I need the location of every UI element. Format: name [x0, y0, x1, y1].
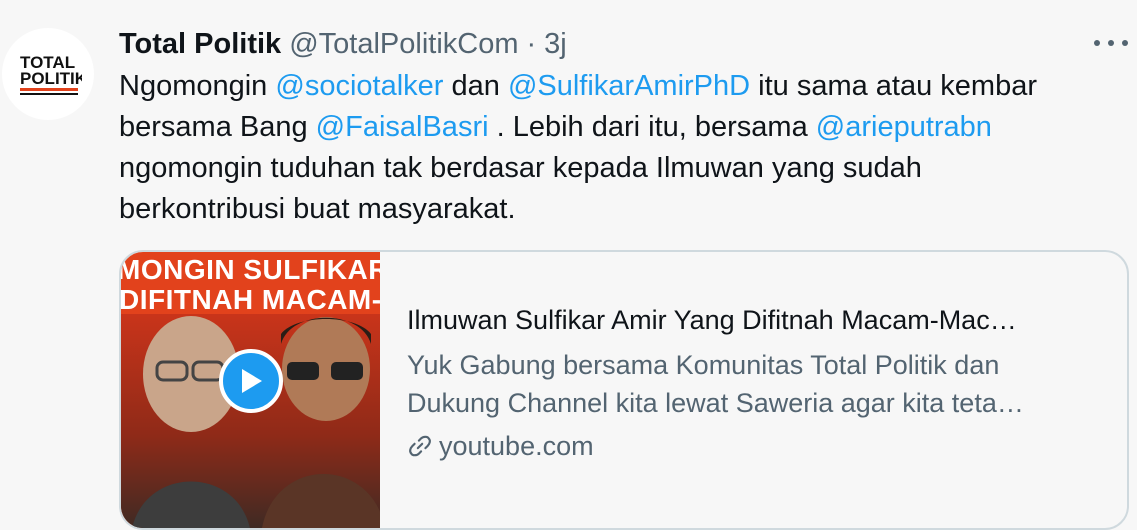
card-description: Yuk Gabung bersama Komunitas Total Polit… [407, 350, 1024, 418]
tweet-text: Ngomongin @sociotalker dan @SulfikarAmir… [119, 66, 1119, 230]
mention-sulfikaramirphd[interactable]: @SulfikarAmirPhD [508, 70, 750, 102]
thumbnail-headline-1: MONGIN SULFIKAR A [121, 254, 380, 285]
link-icon [409, 435, 431, 457]
display-name[interactable]: Total Politik [119, 28, 281, 61]
tweet-line-2: bersama Bang @FaisalBasri . Lebih dari i… [119, 111, 992, 143]
video-thumbnail[interactable]: MONGIN SULFIKAR A DIFITNAH MACAM-MA [121, 252, 380, 528]
tweet-line-4: berkontribusi buat masyarakat. [119, 193, 516, 225]
card-body: Ilmuwan Sulfikar Amir Yang Difitnah Maca… [407, 302, 1107, 464]
play-icon[interactable] [219, 349, 283, 413]
card-domain: youtube.com [407, 428, 1107, 464]
card-domain-text: youtube.com [439, 431, 594, 461]
thumbnail-people [132, 316, 380, 528]
card-title: Ilmuwan Sulfikar Amir Yang Difitnah Maca… [407, 305, 1017, 335]
mention-arieputrabn[interactable]: @arieputrabn [816, 111, 992, 143]
more-icon[interactable] [1094, 36, 1128, 50]
avatar[interactable]: TOTAL POLITIK [2, 28, 94, 120]
user-handle[interactable]: @TotalPolitikCom [289, 28, 518, 61]
tweet-line-1: Ngomongin @sociotalker dan @SulfikarAmir… [119, 70, 1038, 102]
thumbnail-headline-2: DIFITNAH MACAM-MA [121, 284, 380, 315]
thumbnail-photo [121, 314, 380, 528]
header-separator: · [526, 27, 537, 60]
mention-sociotalker[interactable]: @sociotalker [275, 70, 443, 102]
timestamp[interactable]: 3j [544, 28, 567, 61]
total-politik-logo: TOTAL POLITIK [20, 53, 82, 95]
link-preview-card[interactable]: MONGIN SULFIKAR A DIFITNAH MACAM-MA Ilmu… [119, 250, 1129, 530]
mention-faisalbasri[interactable]: @FaisalBasri [316, 111, 489, 143]
tweet-header: Total Politik @TotalPolitikCom · 3j [119, 24, 567, 64]
tweet-line-3: ngomongin tuduhan tak berdasar kepada Il… [119, 152, 922, 184]
logo-text-bottom: POLITIK [20, 69, 82, 88]
